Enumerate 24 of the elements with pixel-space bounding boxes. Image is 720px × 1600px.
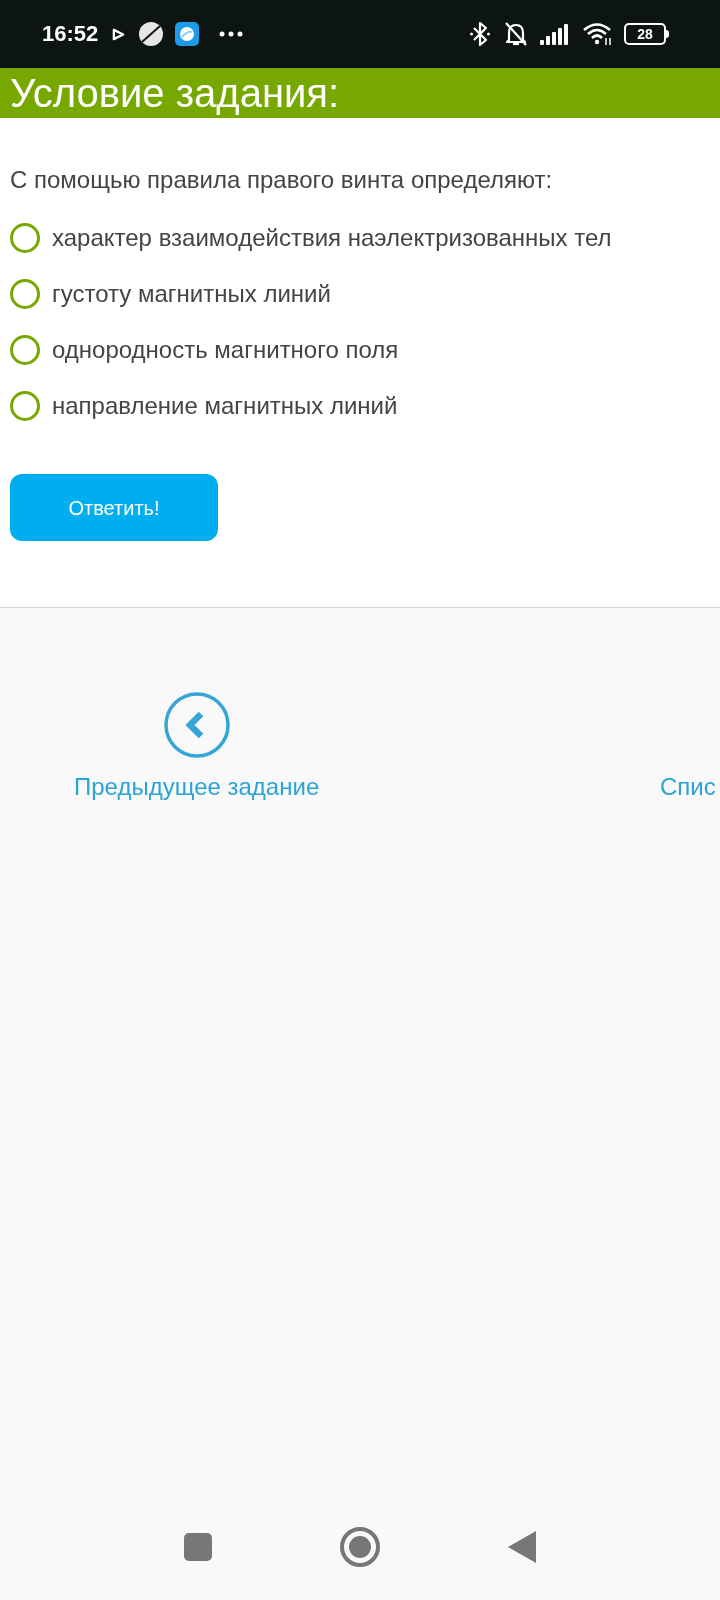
notifications-off-icon	[504, 21, 528, 47]
header-title: Условие задания:	[10, 70, 340, 116]
question-text: С помощью правила правого винта определяют:	[10, 165, 554, 195]
option-label[interactable]: густоту магнитных линий	[52, 278, 331, 310]
radio-button[interactable]	[10, 279, 40, 309]
option-label[interactable]: характер взаимодействия наэлектризованных тел	[52, 222, 612, 254]
play-icon	[112, 27, 126, 41]
recent-apps-icon[interactable]	[184, 1533, 212, 1561]
bluetooth-icon	[470, 21, 490, 47]
battery-level: 28	[624, 23, 666, 45]
status-time: 16:52	[42, 23, 99, 45]
home-icon[interactable]	[340, 1527, 380, 1567]
option-label[interactable]: однородность магнитного поля	[52, 334, 399, 366]
signal-icon	[540, 23, 570, 45]
wifi-icon	[582, 22, 612, 46]
option-label[interactable]: направление магнитных линий	[52, 390, 398, 422]
radio-button[interactable]	[10, 335, 40, 365]
radio-button[interactable]	[10, 223, 40, 253]
radio-button[interactable]	[10, 391, 40, 421]
app-icon	[175, 22, 200, 46]
planet-icon	[139, 22, 164, 46]
more-notifications-icon	[219, 31, 244, 37]
back-icon[interactable]	[508, 1531, 536, 1563]
chevron-left-circle-icon[interactable]	[163, 692, 230, 758]
